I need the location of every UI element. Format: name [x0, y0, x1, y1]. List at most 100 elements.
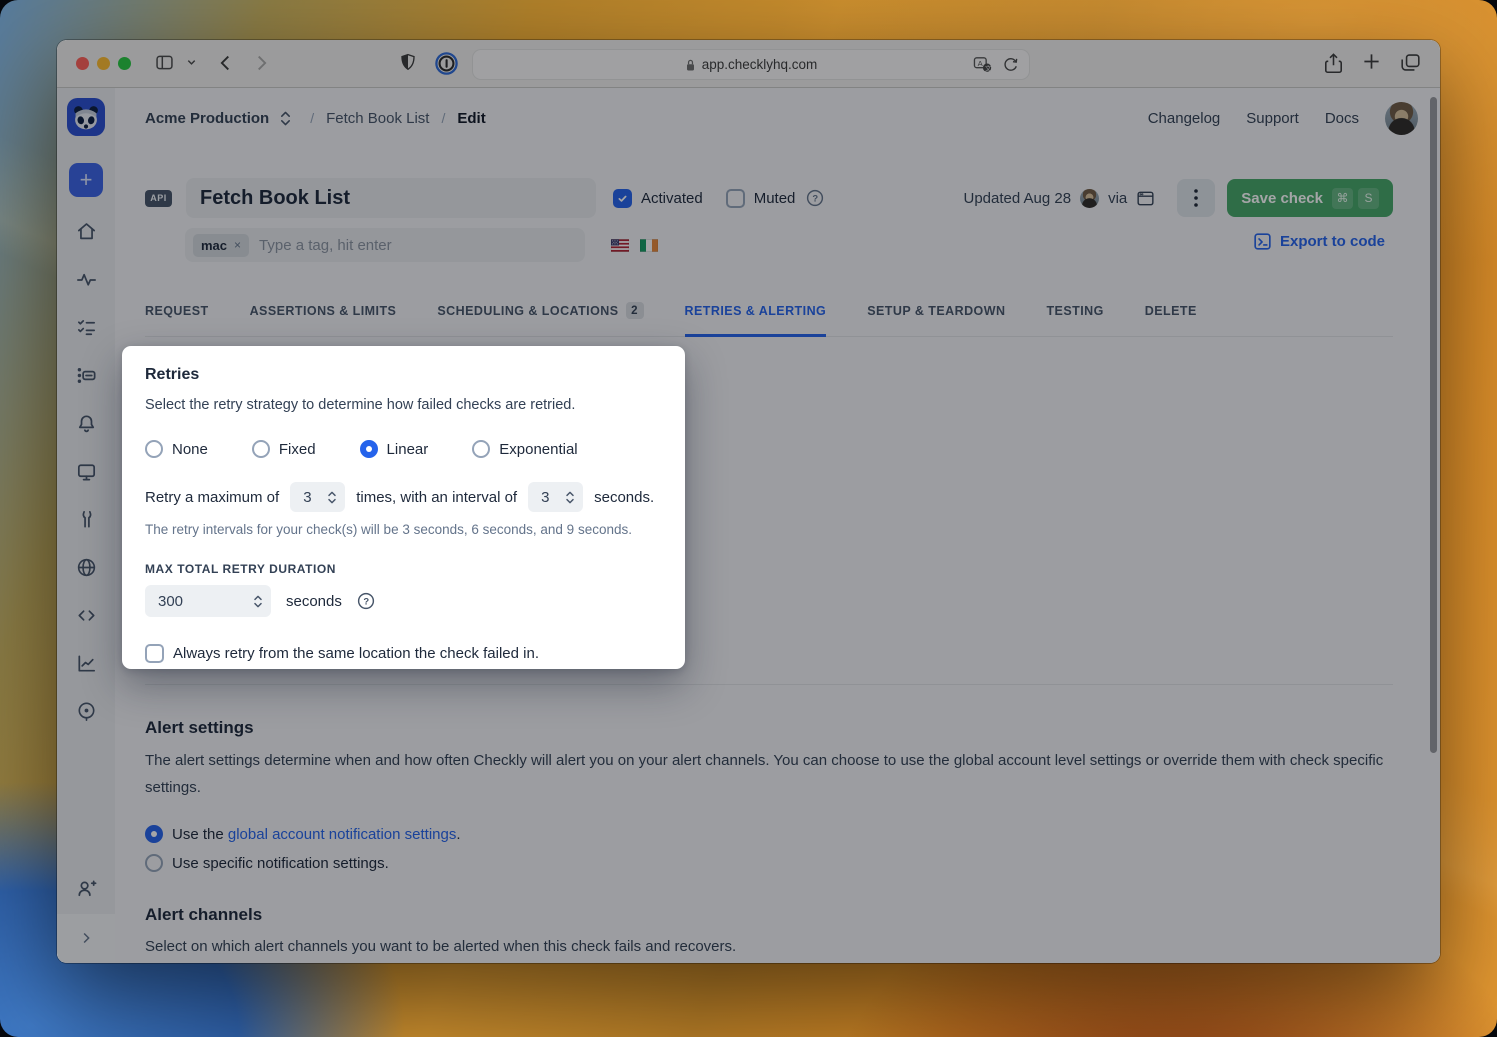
max-retries-input[interactable]: 3: [290, 482, 345, 512]
translate-icon[interactable]: A文: [973, 56, 993, 74]
check-name-value: Fetch Book List: [200, 187, 350, 210]
max-duration-row: 300 seconds ?: [145, 585, 662, 617]
tag-chip[interactable]: mac ×: [193, 234, 249, 257]
tab-scheduling-locations[interactable]: SCHEDULING & LOCATIONS2: [437, 295, 643, 337]
tab-testing[interactable]: TESTING: [1046, 295, 1103, 337]
tab-assertions-limits[interactable]: ASSERTIONS & LIMITS: [250, 295, 397, 337]
locations-pin-icon[interactable]: [75, 700, 98, 723]
forward-button[interactable]: [250, 52, 272, 74]
s-keycap: S: [1358, 188, 1379, 209]
alert-channels-title: Alert channels: [145, 905, 1393, 925]
muted-toggle[interactable]: Muted: [726, 189, 796, 208]
radio-icon[interactable]: [252, 440, 270, 458]
monitor-icon[interactable]: [75, 460, 98, 483]
cmd-keycap: ⌘: [1332, 188, 1353, 209]
home-icon[interactable]: [75, 220, 98, 243]
max-duration-input[interactable]: 300: [145, 585, 271, 617]
radio-selected-icon[interactable]: [145, 825, 163, 843]
alert-channels-section: Alert channels Select on which alert cha…: [145, 905, 1393, 960]
new-tab-icon[interactable]: [1362, 52, 1381, 71]
duration-help-icon[interactable]: ?: [357, 592, 375, 610]
checkly-logo[interactable]: [67, 98, 105, 136]
show-tabs-icon[interactable]: [1399, 52, 1422, 73]
ireland-flag-icon: [640, 239, 658, 252]
chart-icon[interactable]: [75, 652, 98, 675]
check-name-input[interactable]: Fetch Book List: [186, 178, 596, 218]
global-settings-link[interactable]: global account notification settings: [228, 826, 456, 843]
strategy-linear-option[interactable]: Linear: [360, 440, 429, 458]
alert-channels-description: Select on which alert channels you want …: [145, 933, 1393, 960]
save-check-button[interactable]: Save check ⌘ S: [1227, 179, 1393, 217]
account-switcher-icon[interactable]: [279, 110, 292, 127]
tab-setup-teardown[interactable]: SETUP & TEARDOWN: [867, 295, 1005, 337]
retry-strategy-options: None Fixed Linear: [145, 440, 662, 458]
sidebar-expand-strip[interactable]: [57, 914, 115, 962]
alert-settings-options: Use the global account notification sett…: [145, 825, 1393, 872]
radio-icon[interactable]: [145, 854, 163, 872]
create-new-button[interactable]: +: [69, 163, 103, 197]
privacy-shield-icon[interactable]: [399, 52, 417, 73]
tab-retries-alerting[interactable]: RETRIES & ALERTING: [685, 295, 827, 337]
us-flag-icon: [611, 239, 629, 252]
code-icon[interactable]: [75, 604, 98, 627]
bell-icon[interactable]: [75, 412, 98, 435]
same-location-row[interactable]: Always retry from the same location the …: [145, 644, 662, 663]
back-button[interactable]: [215, 52, 237, 74]
muted-checkbox[interactable]: [726, 189, 745, 208]
close-window-button[interactable]: [76, 57, 89, 70]
lock-icon: [685, 58, 696, 72]
user-avatar[interactable]: [1385, 102, 1418, 135]
export-to-code-link[interactable]: Export to code: [1253, 232, 1385, 251]
updated-label: Updated Aug 28: [963, 190, 1071, 207]
specific-settings-label: Use specific notification settings.: [172, 855, 389, 872]
tab-delete[interactable]: DELETE: [1145, 295, 1197, 337]
address-bar[interactable]: app.checklyhq.com A文: [472, 49, 1030, 80]
changelog-link[interactable]: Changelog: [1148, 110, 1221, 127]
support-link[interactable]: Support: [1246, 110, 1299, 127]
stepper-icon[interactable]: [327, 490, 337, 505]
activated-toggle[interactable]: Activated: [613, 189, 703, 208]
check-title-row: API Fetch Book List Activated Muted ?: [145, 178, 1393, 218]
global-settings-option[interactable]: Use the global account notification sett…: [145, 825, 1393, 843]
zoom-window-button[interactable]: [118, 57, 131, 70]
retry-interval-value: 3: [541, 489, 549, 506]
chevron-down-icon[interactable]: [186, 57, 197, 68]
radio-selected-icon[interactable]: [360, 440, 378, 458]
globe-icon[interactable]: [75, 556, 98, 579]
stepper-icon[interactable]: [565, 490, 575, 505]
specific-settings-option[interactable]: Use specific notification settings.: [145, 854, 1393, 872]
invite-user-icon[interactable]: [75, 877, 98, 900]
strategy-fixed-option[interactable]: Fixed: [252, 440, 316, 458]
activated-checkbox[interactable]: [613, 189, 632, 208]
breadcrumb-account[interactable]: Acme Production: [145, 110, 269, 127]
retry-sentence-prefix: Retry a maximum of: [145, 489, 279, 506]
remove-tag-icon[interactable]: ×: [234, 238, 241, 252]
url-text: app.checklyhq.com: [702, 57, 818, 72]
group-list-icon[interactable]: [75, 364, 98, 387]
stepper-icon[interactable]: [253, 594, 263, 609]
retry-sentence: Retry a maximum of 3 times, with an inte…: [145, 482, 662, 512]
checklist-icon[interactable]: [75, 316, 98, 339]
minimize-window-button[interactable]: [97, 57, 110, 70]
sidebar-toggle-icon[interactable]: [154, 52, 175, 73]
strategy-none-option[interactable]: None: [145, 440, 208, 458]
tag-input[interactable]: mac × Type a tag, hit enter: [185, 228, 585, 262]
tab-request[interactable]: REQUEST: [145, 295, 209, 337]
radio-icon[interactable]: [145, 440, 163, 458]
onepassword-extension-icon[interactable]: [434, 51, 459, 76]
global-option-suffix: .: [456, 826, 460, 843]
reload-icon[interactable]: [1002, 56, 1019, 74]
alert-settings-section: Alert settings The alert settings determ…: [145, 684, 1393, 960]
share-icon[interactable]: [1323, 52, 1344, 75]
same-location-checkbox[interactable]: [145, 644, 164, 663]
retry-interval-input[interactable]: 3: [528, 482, 583, 512]
more-options-button[interactable]: [1177, 179, 1215, 217]
page-scrollbar[interactable]: [1430, 97, 1437, 753]
muted-help-icon[interactable]: ?: [806, 189, 824, 207]
strategy-exponential-option[interactable]: Exponential: [472, 440, 577, 458]
breadcrumb-check[interactable]: Fetch Book List: [326, 110, 429, 127]
maintenance-icon[interactable]: [75, 508, 98, 531]
radio-icon[interactable]: [472, 440, 490, 458]
docs-link[interactable]: Docs: [1325, 110, 1359, 127]
activity-icon[interactable]: [75, 268, 98, 291]
